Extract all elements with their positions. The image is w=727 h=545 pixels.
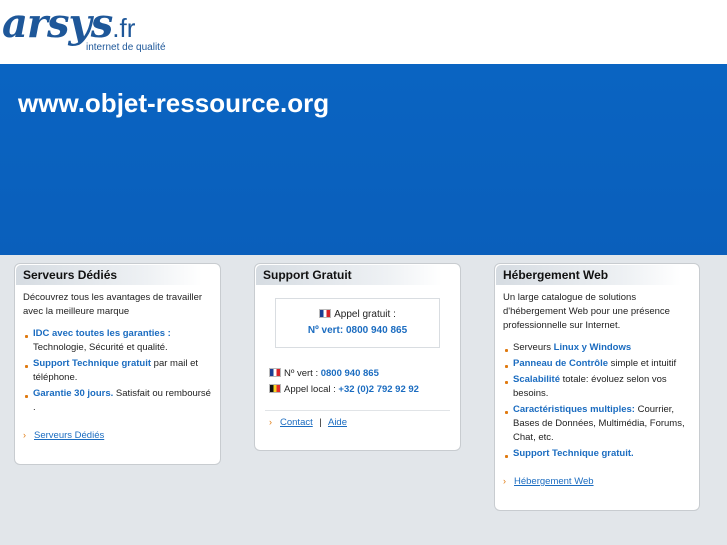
panel-title: Support Gratuit — [256, 265, 442, 285]
divider — [265, 410, 450, 411]
hebergement-web-link[interactable]: Hébergement Web — [514, 476, 594, 487]
panel-hebergement-web: Hébergement Web Un large catalogue de so… — [494, 263, 700, 511]
belgium-flag-icon — [269, 384, 281, 393]
panel-intro: Un large catalogue de solutions d'héberg… — [503, 292, 670, 331]
feature-text: simple et intuitif — [608, 358, 677, 369]
panel-title: Hébergement Web — [496, 265, 681, 285]
arrow-icon: › — [503, 476, 506, 486]
list-item: Panneau de Contrôle simple et intuitif — [503, 357, 691, 371]
list-item: Garantie 30 jours. Satisfait ou rembours… — [23, 387, 212, 415]
phone-lines: Nº vert : 0800 940 865 Appel local : +32… — [269, 366, 419, 398]
feature-highlight[interactable]: Linux y Windows — [554, 342, 632, 353]
list-item: IDC avec toutes les garanties : Technolo… — [23, 327, 212, 355]
domain-banner: www.objet-ressource.org — [0, 64, 727, 255]
feature-list: IDC avec toutes les garanties : Technolo… — [23, 327, 212, 415]
support-links-row: › Contact | Aide — [269, 417, 347, 428]
local-number: +32 (0)2 792 92 92 — [338, 384, 419, 395]
feature-list: Serveurs Linux y Windows Panneau de Cont… — [503, 341, 691, 461]
logo-tagline: internet de qualité — [86, 42, 166, 53]
arsys-logo[interactable]: arsys.fr internet de qualité — [2, 2, 182, 60]
list-item: Support Technique gratuit par mail et té… — [23, 357, 212, 385]
link-separator: | — [319, 417, 322, 428]
feature-highlight[interactable]: Panneau de Contrôle — [513, 358, 608, 369]
panel-support-gratuit: Support Gratuit Appel gratuit : Nº vert:… — [254, 263, 461, 451]
domain-title: www.objet-ressource.org — [18, 88, 330, 118]
arrow-icon: › — [23, 430, 26, 440]
vert-number: 0800 940 865 — [320, 368, 379, 379]
serveurs-dedies-link[interactable]: Serveurs Dédiés — [34, 430, 104, 441]
panel-serveurs-dedies: Serveurs Dédiés Découvrez tous les avant… — [14, 263, 221, 465]
france-flag-icon — [269, 368, 281, 377]
call-number: Nº vert: 0800 940 865 — [307, 325, 408, 336]
call-label: Appel gratuit : — [334, 309, 396, 320]
panel-title: Serveurs Dédiés — [16, 265, 202, 285]
panel-intro: Découvrez tous les avantages de travaill… — [23, 292, 203, 317]
local-label: Appel local : — [284, 384, 336, 395]
header: arsys.fr internet de qualité — [0, 0, 727, 64]
feature-highlight[interactable]: Support Technique gratuit. — [513, 448, 634, 459]
france-flag-icon — [319, 309, 332, 318]
arrow-icon: › — [269, 417, 272, 427]
vert-label: Nº vert : — [284, 368, 319, 379]
more-link-row: › Hébergement Web — [503, 476, 594, 487]
feature-text: Technologie, Sécurité et qualité. — [33, 342, 168, 353]
feature-highlight[interactable]: Garantie 30 jours. — [33, 388, 113, 399]
contact-link[interactable]: Contact — [280, 417, 313, 428]
list-item: Serveurs Linux y Windows — [503, 341, 691, 355]
feature-highlight[interactable]: Scalabilité — [513, 374, 560, 385]
list-item: Scalabilité totale: évoluez selon vos be… — [503, 373, 691, 401]
logo-brand: arsys — [2, 0, 113, 47]
feature-highlight[interactable]: Caractéristiques multiples: — [513, 404, 635, 415]
list-item: Support Technique gratuit. — [503, 447, 691, 461]
list-item: Caractéristiques multiples: Courrier, Ba… — [503, 403, 691, 445]
feature-highlight[interactable]: Support Technique gratuit — [33, 358, 151, 369]
aide-link[interactable]: Aide — [328, 417, 347, 428]
logo-tld: .fr — [112, 13, 136, 43]
free-call-box: Appel gratuit : Nº vert: 0800 940 865 — [275, 298, 440, 348]
feature-highlight[interactable]: IDC avec toutes les garanties : — [33, 328, 171, 339]
feature-text: Serveurs — [513, 342, 554, 353]
more-link-row: › Serveurs Dédiés — [23, 430, 104, 441]
